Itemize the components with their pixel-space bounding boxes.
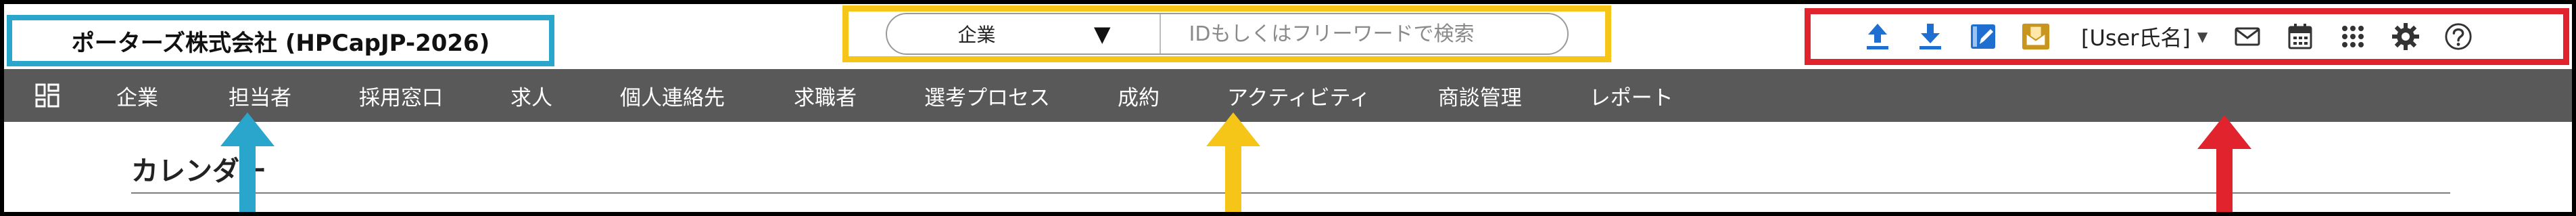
mail-tray-icon[interactable] (2022, 22, 2050, 51)
apps-grid-icon[interactable] (2339, 22, 2367, 51)
nav-item-contacts[interactable]: 担当者 (229, 81, 291, 111)
annotation-arrow-yellow (1206, 112, 1260, 212)
nav-item-personal-contacts[interactable]: 個人連絡先 (620, 81, 725, 111)
note-icon[interactable] (1969, 22, 1997, 51)
company-name-box: ポーターズ株式会社 (HPCapJP-2026) (7, 15, 554, 66)
nav-item-contracts[interactable]: 成約 (1118, 81, 1160, 111)
settings-icon[interactable] (2391, 22, 2420, 51)
nav-item-reports[interactable]: レポート (1590, 81, 1673, 111)
main-nav: 企業 担当者 採用窓口 求人 個人連絡先 求職者 選考プロセス 成約 アクティビ… (4, 69, 2572, 122)
header-toolbar: [User氏名] ▼ (1805, 8, 2569, 65)
nav-item-activities[interactable]: アクティビティ (1227, 81, 1370, 111)
nav-item-candidates[interactable]: 求職者 (794, 81, 857, 111)
upload-icon[interactable] (1863, 22, 1892, 51)
search-bar: 企業 ▼ (885, 13, 1569, 55)
search-input[interactable] (1160, 14, 1567, 53)
mail-icon[interactable] (2233, 22, 2262, 51)
search-area: 企業 ▼ (842, 5, 1611, 62)
nav-item-recruiting-window[interactable]: 採用窓口 (359, 81, 443, 111)
search-category-select[interactable]: 企業 ▼ (887, 14, 1161, 53)
user-name: [User氏名] (2081, 25, 2191, 51)
nav-item-jobs[interactable]: 求人 (510, 81, 552, 111)
nav-item-companies[interactable]: 企業 (116, 81, 158, 111)
company-name: ポーターズ株式会社 (HPCapJP-2026) (71, 29, 490, 57)
dropdown-triangle-icon: ▼ (1093, 21, 1111, 47)
nav-item-deals[interactable]: 商談管理 (1438, 81, 1522, 111)
download-icon[interactable] (1916, 22, 1945, 51)
header-bar: ポーターズ株式会社 (HPCapJP-2026) 企業 ▼ IDもしくはフリーワ… (4, 4, 2572, 66)
dashboard-icon[interactable] (4, 69, 91, 122)
caret-down-icon: ▼ (2197, 28, 2208, 45)
calendar-icon[interactable] (2286, 22, 2314, 51)
user-menu[interactable]: [User氏名] ▼ (2081, 21, 2208, 52)
title-divider (131, 192, 2450, 194)
nav-item-selection-process[interactable]: 選考プロセス (924, 81, 1050, 111)
annotation-arrow-blue (220, 112, 275, 212)
app-frame: ポーターズ株式会社 (HPCapJP-2026) 企業 ▼ IDもしくはフリーワ… (4, 4, 2572, 212)
search-category-label: 企業 (957, 24, 996, 46)
annotation-arrow-red (2197, 115, 2251, 212)
help-icon[interactable] (2444, 22, 2473, 51)
